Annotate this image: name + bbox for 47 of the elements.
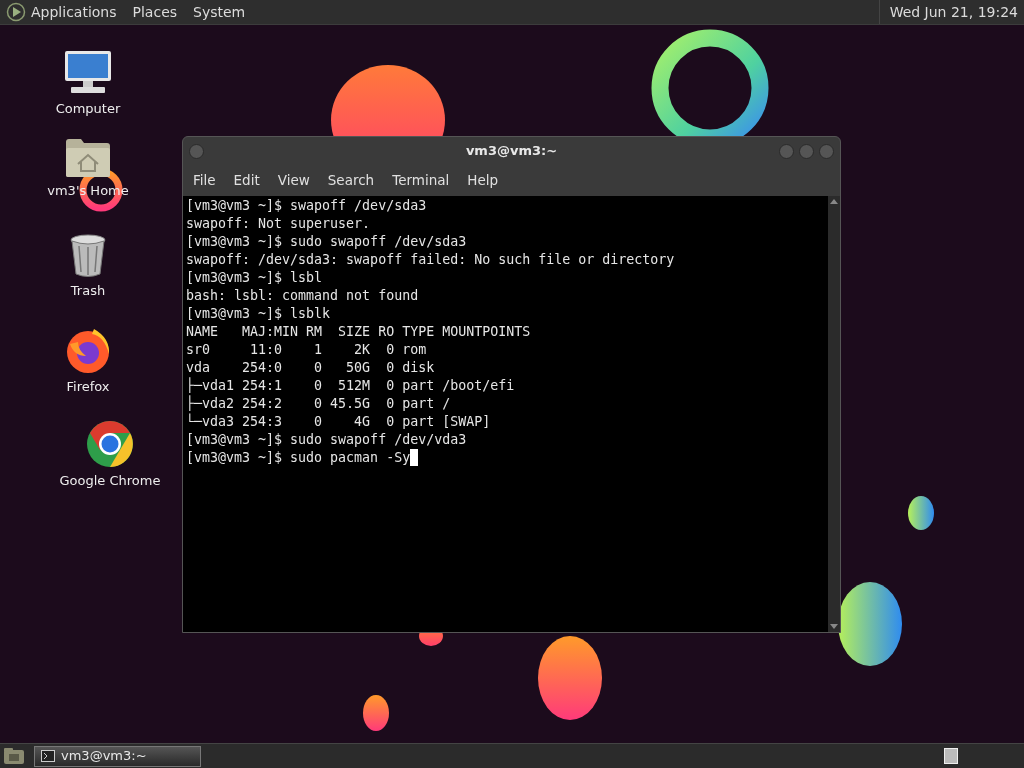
- terminal-line: ├─vda2 254:2 0 45.5G 0 part /: [186, 395, 451, 413]
- menu-item[interactable]: Search: [320, 170, 382, 191]
- firefox-icon: [64, 326, 112, 374]
- terminal-line: [vm3@vm3 ~]$ lsbl: [186, 269, 323, 287]
- panel-menu[interactable]: Applications: [30, 1, 118, 23]
- menu-item[interactable]: File: [186, 170, 223, 191]
- terminal-line: sr0 11:0 1 2K 0 rom: [186, 341, 427, 359]
- terminal-line: [vm3@vm3 ~]$ sudo pacman -Sy: [186, 449, 411, 467]
- window-title: vm3@vm3:~: [464, 142, 559, 161]
- terminal-icon: [41, 750, 55, 762]
- maximize-button[interactable]: [799, 143, 814, 159]
- window-menu-button[interactable]: [189, 143, 204, 159]
- home-folder-icon: [65, 138, 111, 178]
- terminal-line: └─vda3 254:3 0 4G 0 part [SWAP]: [186, 413, 491, 431]
- show-desktop-icon[interactable]: [3, 747, 25, 765]
- icon-label[interactable]: Trash: [70, 281, 106, 301]
- icon-label[interactable]: Computer: [55, 99, 121, 119]
- workspace-switcher[interactable]: [944, 748, 958, 764]
- terminal-line: swapoff: /dev/sda3: swapoff failed: No such file or directory: [186, 251, 675, 269]
- scroll-down-icon[interactable]: [830, 624, 838, 630]
- menu-item[interactable]: View: [270, 170, 317, 191]
- terminal-line: [vm3@vm3 ~]$ swapoff /dev/sda3: [186, 197, 427, 215]
- terminal-line: [vm3@vm3 ~]$ lsblk: [186, 305, 331, 323]
- computer-icon: [63, 50, 113, 96]
- terminal-line: ├─vda1 254:1 0 512M 0 part /boot/efi: [186, 377, 515, 395]
- terminal-line: swapoff: Not superuser.: [186, 215, 371, 233]
- minimize-button[interactable]: [779, 143, 794, 159]
- close-button[interactable]: [819, 143, 834, 159]
- clock[interactable]: Wed Jun 21, 19:24: [878, 0, 1024, 24]
- icon-label[interactable]: Google Chrome: [59, 471, 161, 491]
- trash-icon: [69, 234, 107, 278]
- panel-menu[interactable]: System: [192, 1, 247, 23]
- terminal-line: vda 254:0 0 50G 0 disk: [186, 359, 435, 377]
- chrome-icon: [86, 420, 134, 468]
- icon-label[interactable]: Firefox: [66, 377, 110, 397]
- scrollbar[interactable]: [828, 196, 840, 632]
- taskbar-button[interactable]: vm3@vm3:~: [34, 745, 201, 767]
- menu-item[interactable]: Edit: [226, 170, 267, 191]
- logo-icon[interactable]: [6, 2, 26, 22]
- terminal-line: NAME MAJ:MIN RM SIZE RO TYPE MOUNTPOINTS: [186, 323, 531, 341]
- terminal-line: [vm3@vm3 ~]$ sudo swapoff /dev/vda3: [186, 431, 467, 449]
- scroll-up-icon[interactable]: [830, 198, 838, 204]
- terminal-line: [vm3@vm3 ~]$ sudo swapoff /dev/sda3: [186, 233, 467, 251]
- menu-item[interactable]: Help: [460, 170, 506, 191]
- panel-menu[interactable]: Places: [131, 1, 179, 23]
- terminal-line: bash: lsbl: command not found: [186, 287, 419, 305]
- menu-item[interactable]: Terminal: [385, 170, 457, 191]
